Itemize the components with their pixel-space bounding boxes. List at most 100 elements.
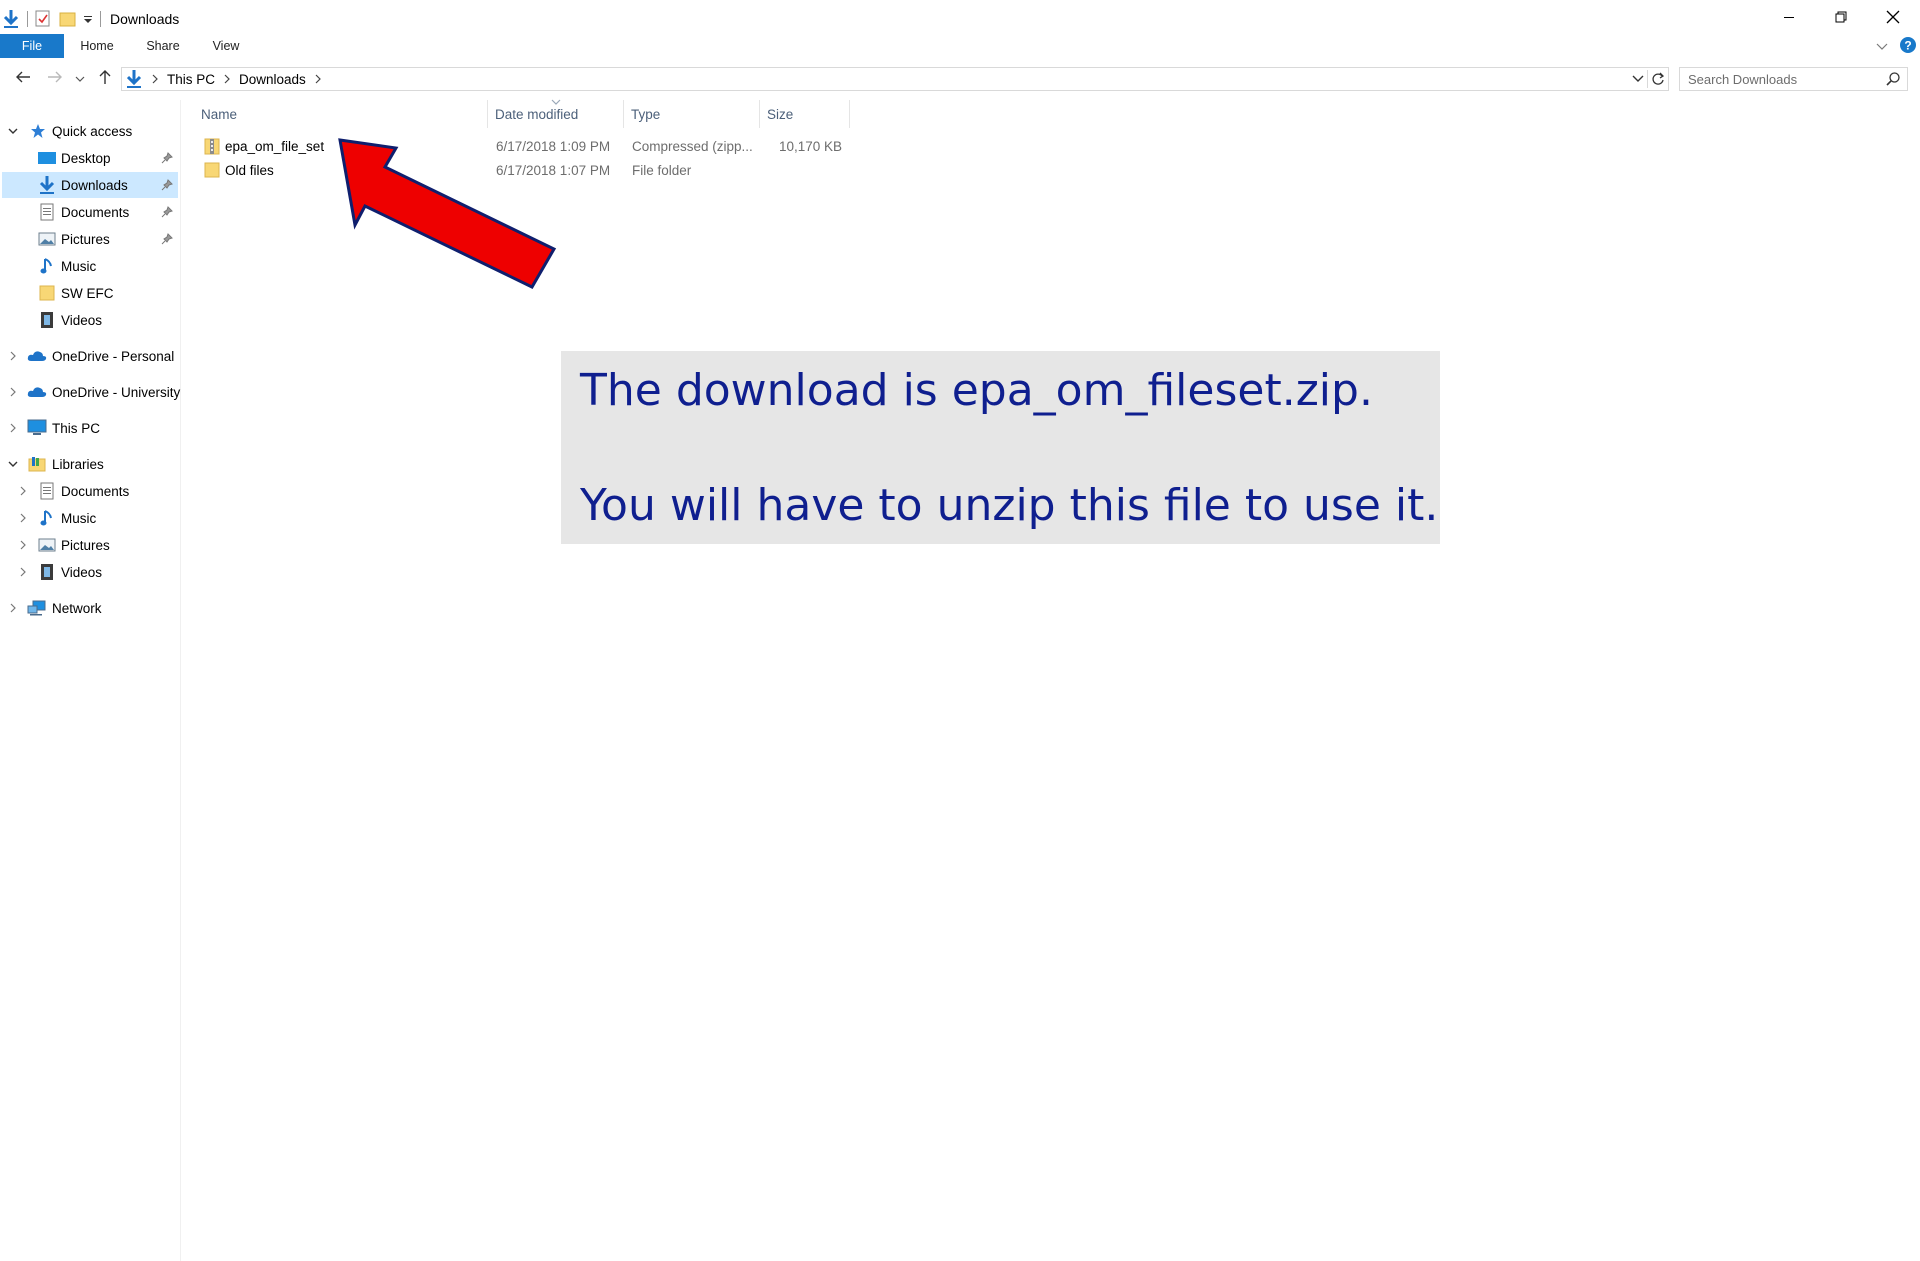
sidebar-item-this-pc[interactable]: This PC bbox=[0, 415, 180, 441]
sidebar-item-library-videos[interactable]: Videos bbox=[0, 559, 180, 585]
music-note-icon bbox=[37, 508, 57, 528]
expand-ribbon-icon[interactable] bbox=[1875, 38, 1889, 56]
new-folder-icon[interactable] bbox=[59, 8, 77, 30]
sidebar-item-label: This PC bbox=[52, 420, 101, 436]
minimize-icon bbox=[1783, 10, 1795, 28]
customize-toolbar-icon[interactable] bbox=[83, 8, 93, 30]
sidebar-item-label: OneDrive - University bbox=[52, 384, 181, 400]
tab-view[interactable]: View bbox=[202, 34, 250, 58]
refresh-icon[interactable] bbox=[1648, 72, 1668, 86]
forward-button[interactable] bbox=[44, 67, 66, 91]
tab-home[interactable]: Home bbox=[72, 34, 122, 58]
sidebar-item-libraries[interactable]: Libraries bbox=[0, 451, 180, 477]
sidebar-item-library-music[interactable]: Music bbox=[0, 505, 180, 531]
annotation-arrow bbox=[338, 138, 557, 289]
chevron-right-icon[interactable] bbox=[6, 595, 20, 621]
sidebar-item-label: Documents bbox=[61, 204, 130, 220]
chevron-right-icon[interactable] bbox=[16, 532, 30, 558]
chevron-right-icon[interactable] bbox=[6, 379, 20, 405]
minimize-button[interactable] bbox=[1764, 0, 1814, 38]
help-icon[interactable]: ? bbox=[1899, 36, 1917, 59]
sidebar-item-library-pictures[interactable]: Pictures bbox=[0, 532, 180, 558]
pin-icon[interactable] bbox=[160, 199, 174, 225]
ribbon-controls: ? bbox=[1875, 36, 1917, 58]
file-type: Compressed (zipp... bbox=[632, 138, 753, 154]
cloud-icon bbox=[27, 382, 47, 402]
sidebar-item-network[interactable]: Network bbox=[0, 595, 180, 621]
chevron-right-icon[interactable] bbox=[6, 415, 20, 441]
sidebar-item-quick-access[interactable]: Quick access bbox=[0, 118, 180, 144]
callout-line-1: The download is epa_om_fileset.zip. bbox=[580, 365, 1373, 416]
breadcrumb-this-pc[interactable]: This PC bbox=[163, 68, 219, 90]
sidebar-item-videos[interactable]: Videos bbox=[0, 307, 180, 333]
chevron-right-icon[interactable] bbox=[310, 68, 326, 90]
address-bar[interactable]: This PC Downloads bbox=[121, 67, 1669, 91]
sidebar-item-downloads[interactable]: Downloads bbox=[2, 172, 178, 198]
close-button[interactable] bbox=[1868, 0, 1918, 38]
window-title: Downloads bbox=[110, 11, 180, 27]
sidebar-item-music[interactable]: Music bbox=[0, 253, 180, 279]
sidebar-item-label: Music bbox=[61, 510, 97, 526]
chevron-right-icon[interactable] bbox=[6, 343, 20, 369]
download-arrow-icon bbox=[37, 175, 57, 195]
document-icon bbox=[37, 202, 57, 222]
back-arrow-icon bbox=[15, 70, 31, 89]
sidebar-item-documents[interactable]: Documents bbox=[0, 199, 180, 225]
chevron-right-icon[interactable] bbox=[147, 68, 163, 90]
search-icon[interactable] bbox=[1885, 71, 1901, 90]
computer-icon bbox=[27, 418, 47, 438]
film-icon bbox=[37, 562, 57, 582]
pin-icon[interactable] bbox=[160, 145, 174, 171]
sidebar-item-desktop[interactable]: Desktop bbox=[0, 145, 180, 171]
sidebar-item-label: SW EFC bbox=[61, 285, 114, 301]
tab-file[interactable]: File bbox=[0, 34, 64, 58]
file-name[interactable]: Old files bbox=[225, 159, 274, 181]
sidebar-item-onedrive-university[interactable]: OneDrive - University bbox=[0, 379, 180, 405]
search-box[interactable]: Search Downloads bbox=[1679, 67, 1908, 91]
pin-icon[interactable] bbox=[160, 172, 174, 198]
column-header-name[interactable]: Name bbox=[195, 100, 488, 128]
search-input[interactable]: Search Downloads bbox=[1688, 72, 1797, 87]
sidebar-item-label: Downloads bbox=[61, 177, 128, 193]
breadcrumb-downloads[interactable]: Downloads bbox=[235, 68, 310, 90]
tab-share[interactable]: Share bbox=[138, 34, 188, 58]
chevron-down-icon[interactable] bbox=[6, 451, 20, 477]
properties-icon[interactable] bbox=[35, 8, 51, 30]
chevron-down-icon[interactable] bbox=[6, 118, 20, 144]
restore-icon bbox=[1835, 10, 1847, 28]
navigation-bar: This PC Downloads Search Downloads bbox=[0, 64, 1920, 94]
folder-icon bbox=[37, 283, 57, 303]
file-name[interactable]: epa_om_file_set bbox=[225, 135, 324, 157]
file-type: File folder bbox=[632, 162, 692, 178]
sidebar-item-label: Pictures bbox=[61, 537, 110, 553]
sidebar-item-label: Libraries bbox=[52, 456, 104, 472]
up-button[interactable] bbox=[94, 67, 116, 91]
location-icon bbox=[122, 68, 147, 90]
film-icon bbox=[37, 310, 57, 330]
recent-locations-button[interactable] bbox=[72, 67, 88, 91]
chevron-right-icon[interactable] bbox=[16, 559, 30, 585]
column-header-size[interactable]: Size bbox=[761, 100, 850, 128]
file-size: 10,170 KB bbox=[778, 138, 842, 154]
sidebar-item-pictures[interactable]: Pictures bbox=[0, 226, 180, 252]
restore-button[interactable] bbox=[1816, 0, 1866, 38]
back-button[interactable] bbox=[12, 67, 34, 91]
title-bar: Downloads bbox=[0, 0, 1920, 38]
chevron-right-icon[interactable] bbox=[219, 68, 235, 90]
download-arrow-icon bbox=[2, 8, 20, 30]
sidebar-item-label: Music bbox=[61, 258, 97, 274]
folder-icon bbox=[204, 159, 222, 181]
sidebar-item-library-documents[interactable]: Documents bbox=[0, 478, 180, 504]
chevron-right-icon[interactable] bbox=[16, 505, 30, 531]
sidebar-item-sw-efc[interactable]: SW EFC bbox=[0, 280, 180, 306]
column-header-type[interactable]: Type bbox=[625, 100, 760, 128]
quick-access-toolbar: Downloads bbox=[2, 8, 179, 30]
chevron-right-icon[interactable] bbox=[16, 478, 30, 504]
address-dropdown-icon[interactable] bbox=[1629, 75, 1647, 83]
sidebar-item-label: Pictures bbox=[61, 231, 110, 247]
music-note-icon bbox=[37, 256, 57, 276]
sidebar-item-onedrive-personal[interactable]: OneDrive - Personal bbox=[0, 343, 180, 369]
address-controls bbox=[1629, 68, 1668, 90]
pin-icon[interactable] bbox=[160, 226, 174, 252]
forward-arrow-icon bbox=[47, 70, 63, 89]
